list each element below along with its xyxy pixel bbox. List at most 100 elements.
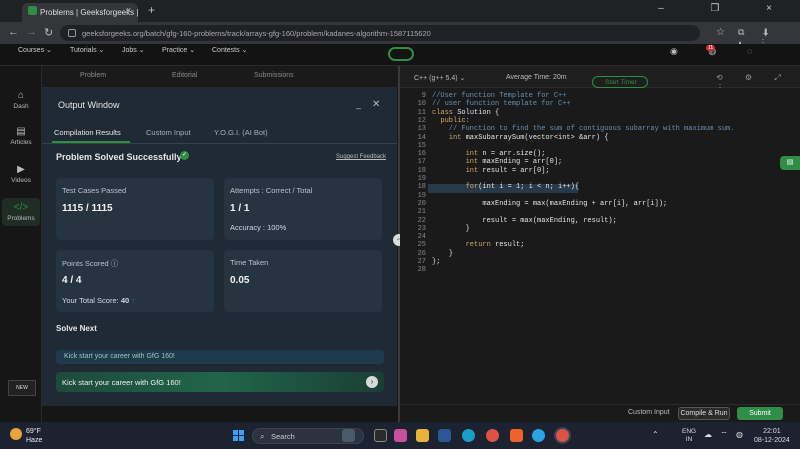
sidebar-item-dash[interactable]: ⌂ Dash: [2, 90, 40, 110]
reload-icon[interactable]: ↻: [44, 26, 53, 39]
nav-contests[interactable]: Contests ⌄: [212, 47, 247, 54]
taskbar-app-icon[interactable]: [342, 429, 355, 442]
line-number: 24: [417, 233, 426, 242]
start-timer-button[interactable]: Start Timer: [592, 76, 648, 88]
tab-problem[interactable]: Problem: [80, 72, 106, 79]
sidebar-item-articles[interactable]: ▤ Articles: [2, 126, 40, 146]
tab-submissions[interactable]: Submissions: [254, 72, 294, 79]
code-line[interactable]: 26 }: [406, 250, 453, 258]
tab-editorial[interactable]: Editorial: [172, 72, 197, 79]
weather-widget[interactable]: 69°F Haze: [26, 427, 42, 445]
test-cases-value: 1115 / 1115: [62, 203, 113, 214]
window-controls[interactable]: – ❐ ×: [658, 3, 794, 14]
language-indicator[interactable]: ENG IN: [682, 428, 696, 444]
sidebar-item-label: Dash: [13, 103, 29, 110]
notification-badge: 11: [706, 45, 716, 51]
suggest-feedback-link[interactable]: Suggest Feedback: [336, 154, 386, 160]
site-info-icon[interactable]: [68, 29, 76, 37]
line-number: 11: [417, 108, 426, 117]
sidebar-item-problems[interactable]: </> Problems: [2, 198, 40, 226]
side-panel-toggle-icon[interactable]: ▤: [780, 156, 800, 170]
back-arrow-icon[interactable]: ←: [8, 26, 19, 38]
chrome-icon[interactable]: [486, 429, 499, 442]
code-line[interactable]: 15: [406, 142, 432, 150]
nav-contests-label: Contests: [212, 47, 240, 54]
code-line[interactable]: 27};: [406, 258, 441, 266]
chrome-active-icon[interactable]: [556, 429, 569, 442]
code-line[interactable]: 12 public:: [406, 117, 470, 125]
bookmark-star-icon[interactable]: ☆: [716, 27, 725, 38]
nav-courses[interactable]: Courses ⌄: [18, 47, 52, 54]
edge-icon[interactable]: [462, 429, 475, 442]
lang-code: ENG: [682, 428, 697, 435]
language-select[interactable]: C++ (g++ 5.4) ⌄: [414, 74, 465, 82]
code-line[interactable]: 20 maxEnding = max(maxEnding + arr[i], a…: [406, 200, 668, 208]
info-icon[interactable]: ⓘ: [111, 259, 119, 268]
code-line[interactable]: 17 int maxEnding = arr[0];: [406, 158, 563, 166]
code-line[interactable]: 14 int maxSubarraySum(vector<int> &arr) …: [406, 134, 609, 142]
line-number: 26: [417, 249, 426, 258]
sidebar-item-videos[interactable]: ▶ Videos: [2, 164, 40, 184]
custom-input-button[interactable]: Custom Input: [628, 409, 670, 416]
tab-compilation-results[interactable]: Compilation Results: [54, 128, 121, 137]
line-number: 18: [417, 183, 426, 192]
code-token: Solution {: [457, 108, 500, 117]
tab-custom-input[interactable]: Custom Input: [146, 128, 191, 137]
home-icon: ⌂: [17, 90, 25, 101]
next-banner[interactable]: Kick start your career with GfG 160!: [56, 350, 384, 364]
browser-tab[interactable]: Problems | Geeksforgeeks | ...: [22, 3, 138, 22]
solve-next-title: Solve Next: [56, 324, 97, 333]
weather-icon[interactable]: [10, 428, 22, 440]
code-token: }: [432, 249, 454, 258]
compile-run-button[interactable]: Compile & Run: [678, 407, 730, 420]
store-icon[interactable]: [438, 429, 451, 442]
nav-tutorials[interactable]: Tutorials ⌄: [70, 47, 104, 54]
clock-time: 22:01: [763, 428, 781, 435]
code-line[interactable]: 22 result = max(maxEnding, result);: [406, 217, 617, 225]
chevron-right-icon[interactable]: ›: [366, 376, 378, 388]
clock[interactable]: 22:01 08-12-2024: [754, 427, 790, 445]
code-line[interactable]: 9 //User function Template for C++: [406, 92, 567, 100]
accuracy-text: Accuracy : 100%: [230, 223, 287, 232]
submit-button[interactable]: Submit: [737, 407, 783, 420]
gfg-logo-icon[interactable]: [388, 47, 414, 61]
tray-icons[interactable]: ☁ ⌔ ◍: [704, 430, 746, 440]
file-explorer-icon[interactable]: [416, 429, 429, 442]
code-line[interactable]: 13 // Function to find the sum of contig…: [406, 125, 735, 133]
nav-tutorials-label: Tutorials: [70, 47, 97, 54]
nav-practice[interactable]: Practice ⌄: [162, 47, 195, 54]
gfg160-banner[interactable]: Kick start your career with GfG 160!: [56, 372, 384, 392]
tab-yogi-ai-bot[interactable]: Y.O.G.I. (AI Bot): [214, 128, 268, 137]
clock-date: 08-12-2024: [754, 437, 790, 444]
windows-start-icon[interactable]: [233, 430, 244, 441]
tab-close-icon[interactable]: ×: [126, 5, 131, 15]
code-line[interactable]: 21: [406, 208, 432, 216]
code-line[interactable]: 10 // user function template for C++: [406, 100, 571, 108]
nav-practice-label: Practice: [162, 47, 188, 54]
sidebar-new-badge[interactable]: NEW: [8, 380, 36, 396]
code-line[interactable]: 24: [406, 233, 432, 241]
code-line[interactable]: 19: [406, 192, 432, 200]
close-icon[interactable]: ✕: [372, 99, 380, 110]
code-line[interactable]: 25 return result;: [406, 241, 525, 249]
navbar-right-icons[interactable]: ◉ ◍ ◌: [670, 46, 766, 57]
url-input[interactable]: geeksforgeeks.org/batch/gfg-160-problems…: [60, 25, 700, 41]
minimize-icon[interactable]: _: [356, 99, 361, 109]
telegram-icon[interactable]: [532, 429, 545, 442]
code-line[interactable]: 19: [406, 175, 432, 183]
forward-arrow-icon[interactable]: →: [26, 26, 37, 38]
nav-jobs[interactable]: Jobs ⌄: [122, 47, 145, 54]
brave-icon[interactable]: [510, 429, 523, 442]
code-line[interactable]: 18 for(int i = 1; i < n; i++){: [406, 183, 579, 191]
code-line[interactable]: 11 class Solution {: [406, 108, 500, 117]
tray-overflow-icon[interactable]: ⌃: [652, 430, 659, 439]
new-tab-button[interactable]: +: [148, 3, 155, 17]
code-line[interactable]: 28: [406, 266, 432, 274]
task-view-icon[interactable]: [374, 429, 387, 442]
code-line[interactable]: 16 int n = arr.size();: [406, 150, 546, 158]
copilot-icon[interactable]: [394, 429, 407, 442]
code-line[interactable]: 23 }: [406, 225, 470, 233]
code-line[interactable]: 18 int result = arr[0];: [406, 167, 550, 175]
code-token: // user function template for C++: [432, 100, 571, 109]
average-time: Average Time: 20m: [506, 74, 567, 81]
